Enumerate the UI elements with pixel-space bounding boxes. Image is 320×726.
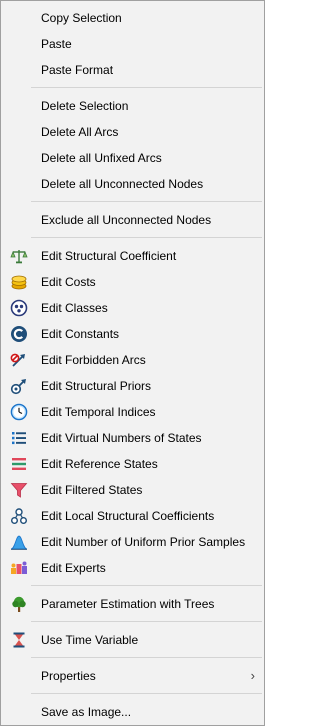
menu-item-label: Use Time Variable <box>41 633 139 647</box>
menu-item-label: Edit Costs <box>41 275 96 289</box>
menu-separator <box>31 87 262 88</box>
menu-item-delete-all-arcs[interactable]: Delete All Arcs <box>2 119 263 145</box>
menu-item-label: Edit Number of Uniform Prior Samples <box>41 535 246 549</box>
menu-item-label: Copy Selection <box>41 11 122 25</box>
menu-item-delete-selection[interactable]: Delete Selection <box>2 93 263 119</box>
menu-item-label: Edit Experts <box>41 561 106 575</box>
submenu-arrow-icon: › <box>250 668 255 683</box>
menu-item-label: Parameter Estimation with Trees <box>41 597 215 611</box>
menu-item-label: Delete all Unconnected Nodes <box>41 177 204 191</box>
scale-icon <box>10 247 28 265</box>
menu-item-delete-unfixed-arcs[interactable]: Delete all Unfixed Arcs <box>2 145 263 171</box>
menu-item-edit-structural-coefficient[interactable]: Edit Structural Coefficient <box>2 243 263 269</box>
menu-item-label: Properties <box>41 669 96 683</box>
tree-icon <box>10 595 28 613</box>
menu-item-label: Paste <box>41 37 72 51</box>
menu-separator <box>31 693 262 694</box>
menu-item-label: Edit Temporal Indices <box>41 405 156 419</box>
menu-item-label: Delete all Unfixed Arcs <box>41 151 162 165</box>
menu-item-edit-local-structural-coefficients[interactable]: Edit Local Structural Coefficients <box>2 503 263 529</box>
constants-icon <box>10 325 28 343</box>
menu-item-paste[interactable]: Paste <box>2 31 263 57</box>
structural-priors-icon <box>10 377 28 395</box>
menu-item-edit-classes[interactable]: Edit Classes <box>2 295 263 321</box>
menu-item-edit-reference-states[interactable]: Edit Reference States <box>2 451 263 477</box>
menu-item-edit-experts[interactable]: Edit Experts <box>2 555 263 581</box>
menu-item-label: Delete Selection <box>41 99 129 113</box>
menu-item-label: Delete All Arcs <box>41 125 119 139</box>
menu-separator <box>31 237 262 238</box>
menu-item-edit-structural-priors[interactable]: Edit Structural Priors <box>2 373 263 399</box>
numbered-list-icon <box>10 429 28 447</box>
forbidden-arc-icon <box>10 351 28 369</box>
menu-separator <box>31 585 262 586</box>
menu-item-edit-virtual-numbers[interactable]: Edit Virtual Numbers of States <box>2 425 263 451</box>
menu-item-exclude-unconnected-nodes[interactable]: Exclude all Unconnected Nodes <box>2 207 263 233</box>
menu-separator <box>31 621 262 622</box>
menu-item-label: Edit Classes <box>41 301 108 315</box>
menu-item-label: Edit Constants <box>41 327 120 341</box>
reference-states-icon <box>10 455 28 473</box>
menu-item-properties[interactable]: Properties › <box>2 663 263 689</box>
local-coefficients-icon <box>10 507 28 525</box>
menu-item-label: Edit Structural Coefficient <box>41 249 177 263</box>
menu-item-label: Edit Virtual Numbers of States <box>41 431 202 445</box>
menu-item-edit-forbidden-arcs[interactable]: Edit Forbidden Arcs <box>2 347 263 373</box>
menu-item-delete-unconnected-nodes[interactable]: Delete all Unconnected Nodes <box>2 171 263 197</box>
menu-item-label: Paste Format <box>41 63 114 77</box>
menu-item-edit-filtered-states[interactable]: Edit Filtered States <box>2 477 263 503</box>
menu-item-label: Edit Filtered States <box>41 483 143 497</box>
menu-item-label: Edit Reference States <box>41 457 158 471</box>
menu-item-use-time-variable[interactable]: Use Time Variable <box>2 627 263 653</box>
filter-icon <box>10 481 28 499</box>
menu-separator <box>31 657 262 658</box>
context-menu: Copy Selection Paste Paste Format Delete… <box>0 0 265 726</box>
menu-item-parameter-estimation-trees[interactable]: Parameter Estimation with Trees <box>2 591 263 617</box>
menu-item-edit-uniform-prior-samples[interactable]: Edit Number of Uniform Prior Samples <box>2 529 263 555</box>
menu-item-save-as-image[interactable]: Save as Image... <box>2 699 263 725</box>
menu-item-label: Save as Image... <box>41 705 132 719</box>
menu-item-edit-temporal-indices[interactable]: Edit Temporal Indices <box>2 399 263 425</box>
menu-item-label: Edit Local Structural Coefficients <box>41 509 215 523</box>
menu-item-paste-format[interactable]: Paste Format <box>2 57 263 83</box>
distribution-icon <box>10 533 28 551</box>
menu-item-edit-costs[interactable]: Edit Costs <box>2 269 263 295</box>
classes-icon <box>10 299 28 317</box>
menu-item-label: Edit Forbidden Arcs <box>41 353 146 367</box>
menu-item-label: Exclude all Unconnected Nodes <box>41 213 212 227</box>
menu-item-copy-selection[interactable]: Copy Selection <box>2 5 263 31</box>
coins-icon <box>10 273 28 291</box>
menu-item-edit-constants[interactable]: Edit Constants <box>2 321 263 347</box>
experts-icon <box>10 559 28 577</box>
menu-item-label: Edit Structural Priors <box>41 379 152 393</box>
hourglass-icon <box>10 631 28 649</box>
clock-icon <box>10 403 28 421</box>
menu-separator <box>31 201 262 202</box>
